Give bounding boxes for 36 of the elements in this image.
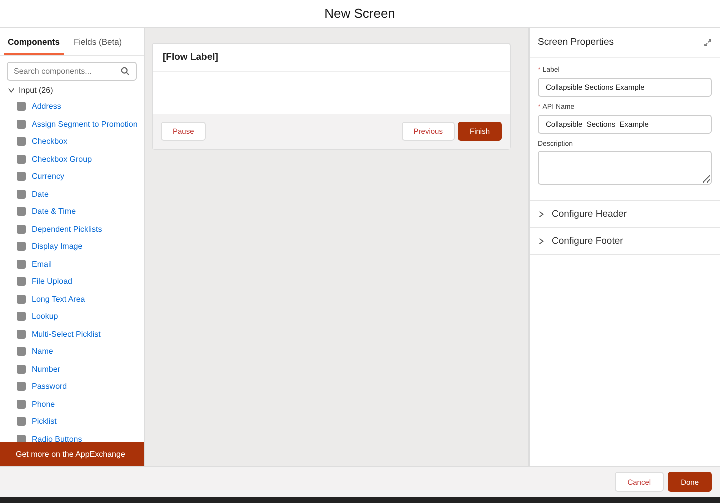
component-item[interactable]: Lookup (32, 312, 58, 322)
component-item[interactable]: Email (32, 260, 52, 269)
chevron-icon (8, 87, 15, 94)
panel-tab[interactable]: Fields (Beta) (70, 28, 126, 55)
component-item[interactable]: Checkbox Group (32, 154, 92, 164)
window-title: New Screen (324, 6, 396, 21)
component-item[interactable]: Dependent Picklists (32, 224, 102, 234)
description-field[interactable] (538, 151, 712, 185)
component-item[interactable]: Number (32, 364, 60, 374)
component-item[interactable]: Date (32, 190, 49, 199)
section-header[interactable]: Configure Header (552, 208, 627, 220)
component-item[interactable]: Long Text Area (32, 294, 86, 304)
panel-title: Screen Properties (538, 37, 614, 48)
expand-icon[interactable] (704, 38, 712, 46)
component-item[interactable]: Address (32, 102, 62, 112)
component-item[interactable]: Assign Segment to Promotion (32, 120, 138, 129)
component-item[interactable]: Checkbox (32, 137, 68, 146)
section-header[interactable]: Configure Footer (552, 236, 624, 246)
component-item[interactable]: Multi-Select Picklist (32, 330, 101, 339)
component-item[interactable]: Radio Buttons (32, 434, 82, 442)
component-item[interactable]: Picklist (32, 417, 57, 426)
chevron-icon (538, 210, 545, 218)
flow-label: [Flow Label] (163, 52, 218, 63)
panel-tab[interactable]: Components (4, 28, 64, 55)
component-item[interactable]: Password (32, 382, 68, 392)
component-item[interactable]: Display Image (32, 242, 83, 252)
search-field[interactable]: Search components... (7, 62, 137, 81)
group-label[interactable]: Input (26) (19, 86, 54, 95)
component-item[interactable]: Phone (32, 400, 56, 409)
appexchange-button[interactable]: Get more on the AppExchange (0, 442, 144, 466)
component-item[interactable]: Currency (32, 172, 64, 182)
component-item[interactable]: File Upload (32, 277, 72, 286)
search-icon (121, 67, 130, 76)
component-item[interactable]: Date & Time (32, 207, 76, 216)
component-item[interactable]: Name (32, 347, 54, 356)
chevron-icon (538, 238, 545, 244)
